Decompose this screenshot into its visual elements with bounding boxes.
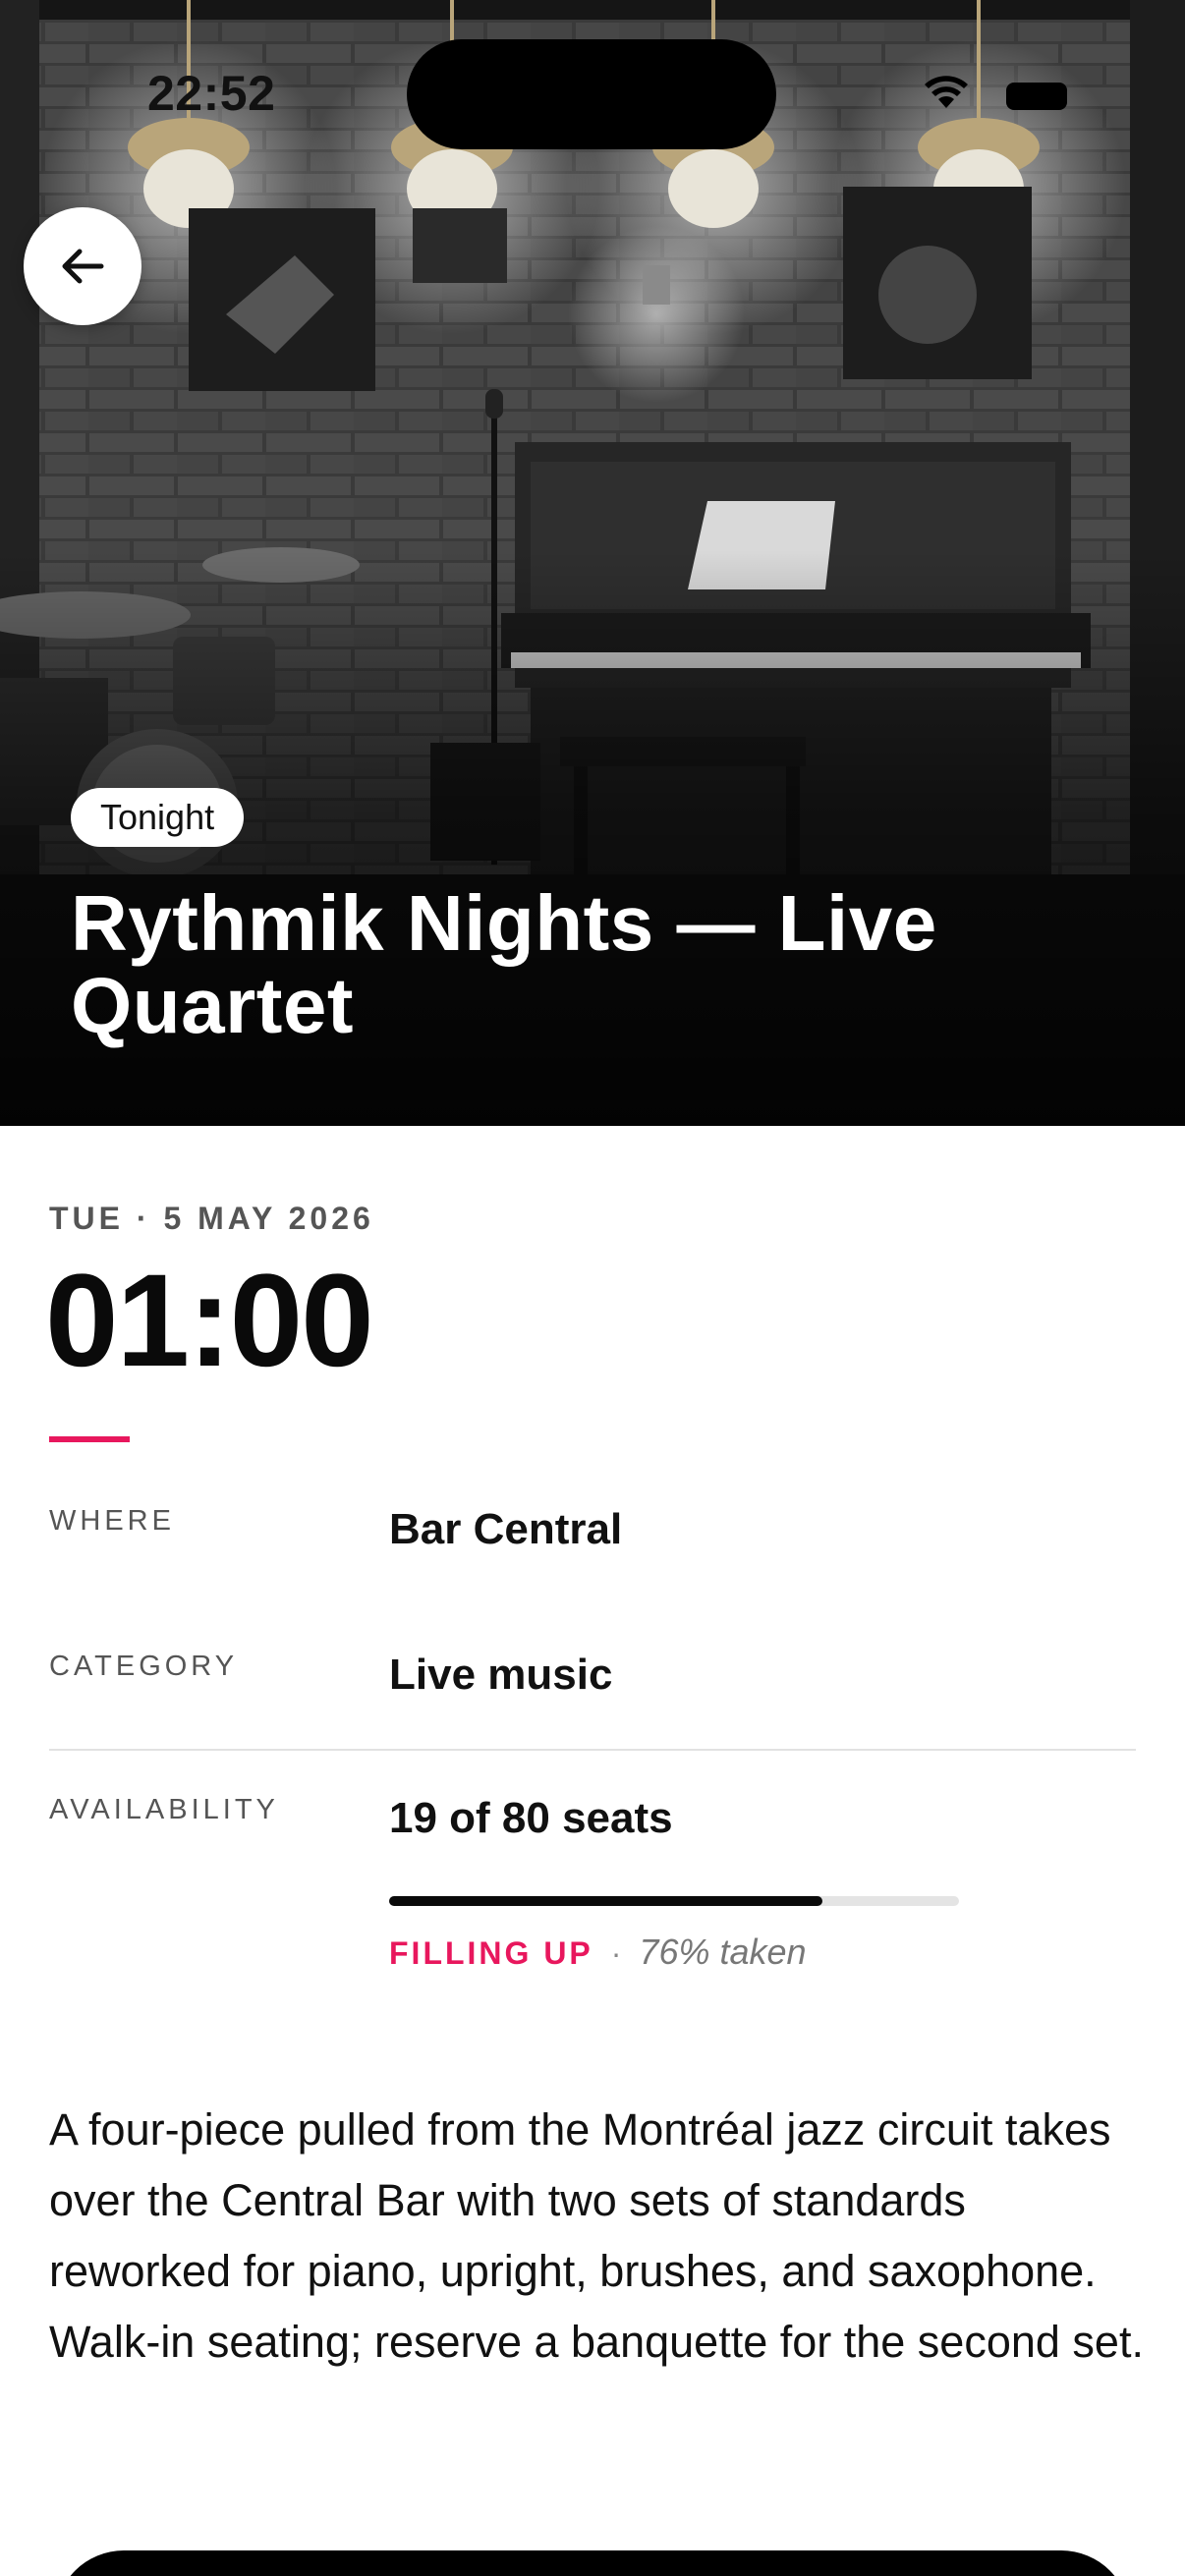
- category-row: CATEGORY Live music: [49, 1651, 1136, 1798]
- tonight-badge: Tonight: [71, 788, 245, 847]
- arrow-left-icon: [62, 249, 104, 284]
- event-date: TUE · 5 MAY 2026: [49, 1201, 374, 1236]
- battery-icon: [1006, 83, 1067, 110]
- availability-label: AVAILABILITY: [49, 1794, 279, 1825]
- availability-progress-fill: [389, 1896, 822, 1906]
- event-description: A four-piece pulled from the Montréal ja…: [49, 2104, 1144, 2367]
- wifi-icon: [925, 76, 968, 108]
- event-title: Rythmik Nights — Live Quartet: [71, 879, 937, 1049]
- category-value: Live music: [389, 1651, 613, 1699]
- status-bar-time: 22:52: [147, 66, 276, 121]
- row-divider: [49, 1749, 1136, 1751]
- hero-image: 22:52 Tonight Rythmik Nights — Live Quar…: [0, 0, 1185, 1126]
- event-time: 01:00: [45, 1248, 374, 1394]
- where-label: WHERE: [49, 1505, 175, 1537]
- status-separator: ·: [610, 1935, 622, 1971]
- category-label: CATEGORY: [49, 1651, 239, 1682]
- taken-percentage: 76% taken: [639, 1932, 807, 1972]
- filling-up-label: FILLING UP: [389, 1935, 593, 1971]
- where-value: Bar Central: [389, 1505, 623, 1553]
- primary-action-button[interactable]: [55, 2550, 1130, 2576]
- availability-progress-bar: [389, 1896, 959, 1906]
- accent-divider: [49, 1436, 130, 1442]
- availability-row: AVAILABILITY 19 of 80 seats FILLING UP · 7…: [49, 1794, 1136, 1990]
- back-button[interactable]: [24, 207, 141, 325]
- availability-status: FILLING UP · 76% taken: [389, 1932, 807, 1973]
- dynamic-island: [407, 39, 776, 149]
- event-detail-screen: 22:52 Tonight Rythmik Nights — Live Quar…: [0, 0, 1185, 2576]
- availability-value: 19 of 80 seats: [389, 1794, 673, 1842]
